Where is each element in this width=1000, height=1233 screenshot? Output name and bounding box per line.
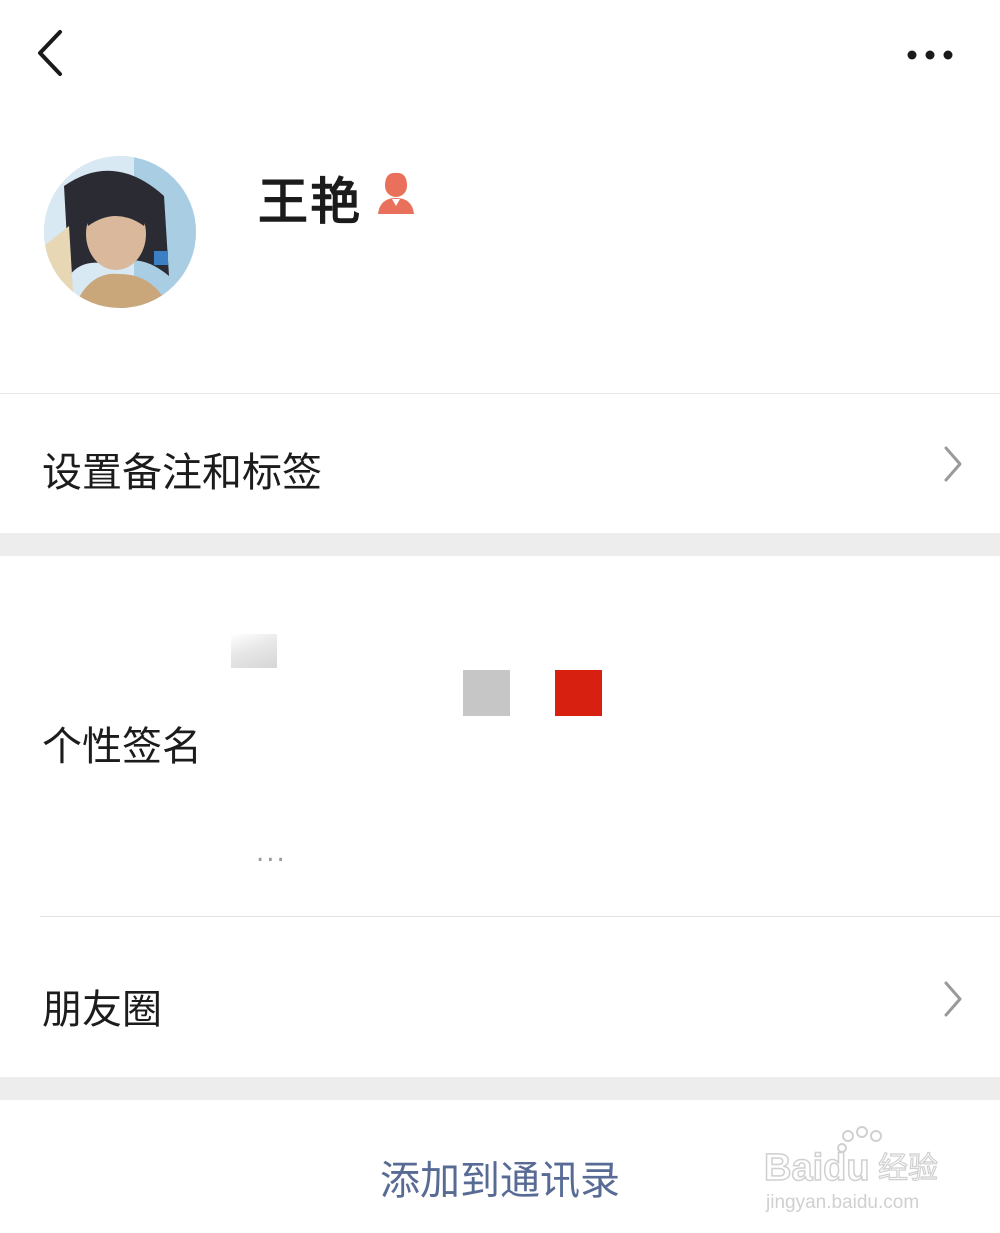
profile-header: 王艳 xyxy=(0,110,1000,393)
profile-name: 王艳 xyxy=(258,173,362,231)
avatar[interactable] xyxy=(44,156,196,308)
moments-label: 朋友圈 xyxy=(42,987,162,1033)
signature-label: 个性签名 xyxy=(42,724,202,770)
more-dots-icon xyxy=(907,50,953,60)
avatar-image xyxy=(44,156,196,308)
remark-and-tags-row[interactable]: 设置备注和标签 xyxy=(0,394,1000,532)
bottom-action-area: 添加到通讯录 Baidu 经验 jingyan.baidu.com xyxy=(0,1100,1000,1233)
top-bar xyxy=(0,0,1000,110)
remark-and-tags-label: 设置备注和标签 xyxy=(42,450,322,496)
more-options-button[interactable] xyxy=(900,40,960,70)
chevron-right-icon xyxy=(944,446,962,482)
section-gap xyxy=(0,1077,1000,1100)
back-button[interactable] xyxy=(30,28,74,78)
signature-section: 个性签名 ... xyxy=(0,556,1000,916)
chevron-left-icon xyxy=(38,30,62,76)
watermark-brand-cn: 经验 xyxy=(878,1152,938,1185)
moments-row[interactable]: 朋友圈 xyxy=(0,917,1000,1077)
section-gap xyxy=(0,533,1000,556)
watermark-brand: Baidu xyxy=(764,1147,870,1189)
watermark-url: jingyan.baidu.com xyxy=(765,1192,919,1213)
signature-mosaic-block xyxy=(231,634,277,668)
baidu-jingyan-watermark: Baidu 经验 jingyan.baidu.com xyxy=(763,1126,939,1213)
signature-mosaic-block xyxy=(463,670,510,716)
female-user-icon xyxy=(378,172,414,214)
chevron-right-icon xyxy=(944,981,962,1017)
signature-ellipsis: ... xyxy=(256,838,287,868)
signature-mosaic-block xyxy=(555,670,602,716)
